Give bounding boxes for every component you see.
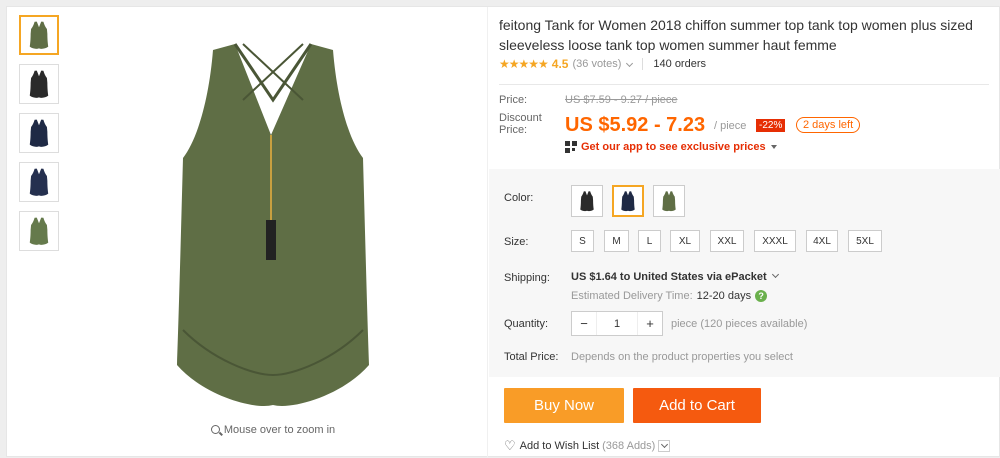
color-swatch-navy[interactable] (612, 185, 644, 217)
qr-code-icon (565, 141, 577, 153)
size-option-5xl[interactable]: 5XL (848, 230, 882, 252)
color-label: Color: (504, 192, 534, 204)
orders-count: 140 orders (653, 58, 706, 70)
chevron-down-icon[interactable] (658, 440, 671, 452)
tank-top-image (177, 43, 369, 406)
thumbnail-4[interactable] (19, 162, 59, 202)
shipping-label: Shipping: (504, 272, 550, 284)
help-icon[interactable]: ? (755, 290, 768, 302)
size-option-xl[interactable]: XL (670, 230, 700, 252)
chevron-down-icon (771, 270, 779, 279)
size-option-m[interactable]: M (604, 230, 629, 252)
discount-price: US $5.92 - 7.23 (565, 114, 706, 136)
caret-down-icon (770, 145, 777, 149)
chevron-down-icon[interactable] (626, 59, 634, 67)
thumbnail-5[interactable] (19, 211, 59, 251)
price-unit: / piece (714, 120, 747, 132)
color-swatch-green[interactable] (653, 185, 685, 217)
original-price: US $7.59 - 9.27 / piece (565, 94, 678, 106)
product-page: Mouse over to zoom in feitong Tank for W… (6, 6, 1000, 458)
divider (642, 58, 644, 70)
quantity-increase-button[interactable]: + (638, 312, 662, 335)
shipping-selector[interactable]: US $1.64 to United States via ePacket (571, 270, 779, 283)
rating-row: ★★★★★ 4.5 (36 votes) 140 orders (499, 57, 706, 71)
magnifier-icon (210, 425, 220, 434)
price-label: Price: (499, 94, 528, 106)
total-price-value: Depends on the product properties you se… (571, 351, 793, 363)
heart-icon: ♡ (504, 438, 516, 453)
size-label: Size: (504, 236, 529, 248)
size-option-s[interactable]: S (571, 230, 594, 252)
quantity-stepper: − 1 + (571, 311, 663, 336)
rating-value: 4.5 (551, 57, 569, 71)
app-promo-link[interactable]: Get our app to see exclusive prices (565, 141, 777, 153)
product-title: feitong Tank for Women 2018 chiffon summ… (499, 17, 973, 53)
zoom-hint: Mouse over to zoom in (73, 424, 473, 436)
delivery-time: Estimated Delivery Time: 12-20 days ? (571, 290, 768, 302)
discount-price-label: Discount Price: (499, 112, 542, 136)
thumbnail-2[interactable] (19, 64, 59, 104)
size-option-4xl[interactable]: 4XL (806, 230, 838, 252)
main-product-image[interactable] (73, 15, 473, 425)
divider (499, 84, 989, 85)
star-rating-icon: ★★★★★ (499, 57, 549, 71)
thumbnail-3[interactable] (19, 113, 59, 153)
buy-now-button[interactable]: Buy Now (504, 388, 624, 423)
add-to-cart-button[interactable]: Add to Cart (633, 388, 761, 423)
add-to-wishlist-link[interactable]: ♡ Add to Wish List (368 Adds) (504, 438, 671, 454)
size-option-xxxl[interactable]: XXXL (754, 230, 796, 252)
size-option-l[interactable]: L (638, 230, 661, 252)
size-option-xxl[interactable]: XXL (710, 230, 744, 252)
discount-badge: -22% (756, 119, 786, 132)
votes-link[interactable]: (36 votes) (572, 58, 621, 70)
thumbnail-1[interactable] (19, 15, 59, 55)
product-info: feitong Tank for Women 2018 chiffon summ… (487, 7, 1000, 458)
total-price-label: Total Price: (504, 351, 559, 363)
quantity-decrease-button[interactable]: − (572, 312, 596, 335)
color-swatch-black[interactable] (571, 185, 603, 217)
thumbnail-list (19, 15, 61, 260)
quantity-input[interactable]: 1 (596, 312, 638, 335)
days-left-badge: 2 days left (796, 117, 861, 133)
quantity-label: Quantity: (504, 318, 549, 330)
quantity-available: piece (120 pieces available) (671, 318, 808, 330)
